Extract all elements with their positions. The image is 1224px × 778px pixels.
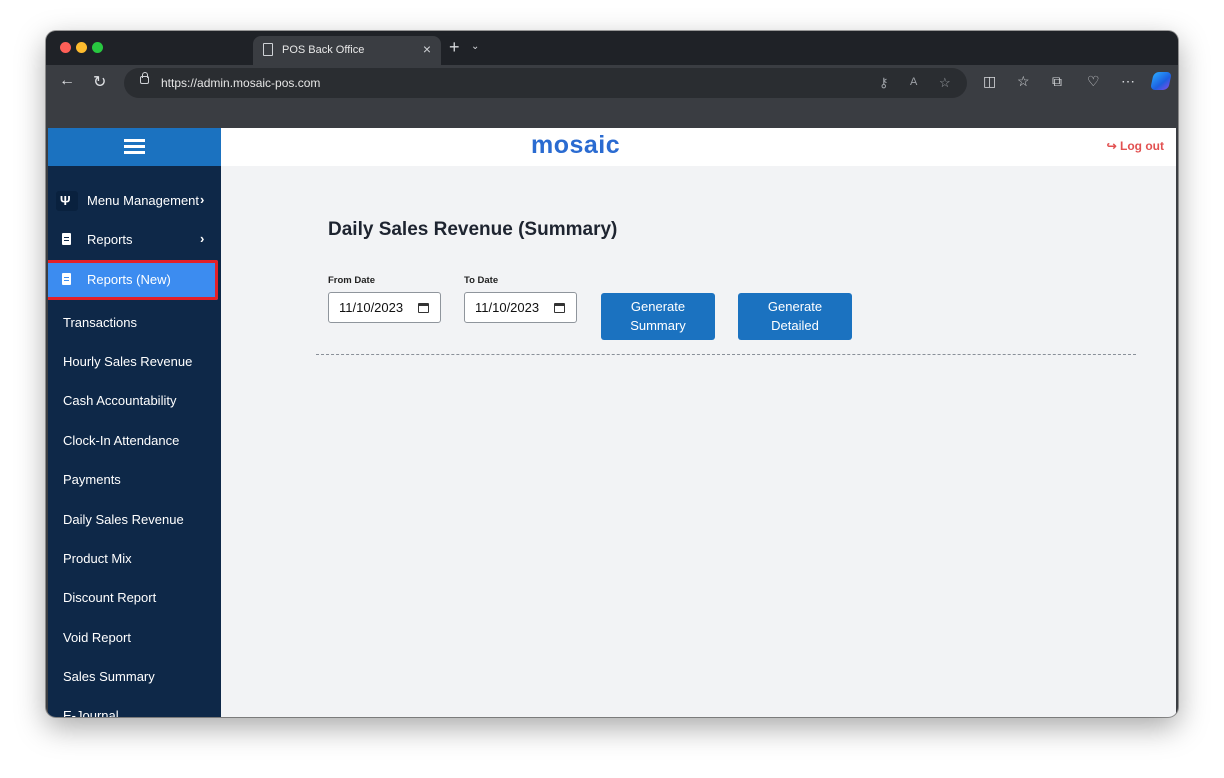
from-date-input[interactable]: 11/10/2023 bbox=[328, 292, 441, 323]
calendar-icon[interactable] bbox=[418, 303, 429, 313]
collections-icon[interactable]: ⧉ bbox=[1052, 73, 1062, 90]
url-text[interactable]: https://admin.mosaic-pos.com bbox=[161, 76, 320, 90]
logout-icon: ↪ bbox=[1106, 139, 1117, 153]
tab-close-icon[interactable]: × bbox=[423, 41, 431, 57]
tab-title: POS Back Office bbox=[282, 44, 365, 56]
favorite-star-icon[interactable]: ☆ bbox=[939, 75, 951, 91]
sidebar: Ψ Menu Management › Reports › Reports (N… bbox=[48, 128, 221, 717]
content-divider bbox=[316, 354, 1136, 355]
document-icon bbox=[62, 233, 71, 245]
sidebar-link-transactions[interactable]: Transactions bbox=[63, 315, 137, 330]
button-label-line2: Summary bbox=[630, 318, 686, 333]
sidebar-item-label: Reports (New) bbox=[87, 272, 171, 287]
minimize-window-button[interactable] bbox=[76, 42, 87, 53]
mosaic-logo[interactable]: mosaic bbox=[531, 131, 620, 160]
browser-toolbar: ← ↻ https://admin.mosaic-pos.com ⚷ A ☆ ◫… bbox=[46, 65, 1178, 99]
button-label-line2: Detailed bbox=[771, 318, 819, 333]
sidebar-link-daily-sales-revenue[interactable]: Daily Sales Revenue bbox=[63, 512, 184, 527]
generate-detailed-button[interactable]: Generate Detailed bbox=[738, 293, 852, 340]
split-screen-icon[interactable]: ◫ bbox=[983, 73, 996, 90]
button-label-line1: Generate bbox=[630, 299, 686, 314]
more-options-icon[interactable]: ⋯ bbox=[1121, 73, 1135, 90]
maximize-window-button[interactable] bbox=[92, 42, 103, 53]
sidebar-link-payments[interactable]: Payments bbox=[63, 472, 121, 487]
sidebar-link-sales-summary[interactable]: Sales Summary bbox=[63, 669, 155, 684]
to-date-input[interactable]: 11/10/2023 bbox=[464, 292, 577, 323]
logout-link[interactable]: ↪ Log out bbox=[1107, 139, 1164, 153]
sidebar-link-clock-in-attendance[interactable]: Clock-In Attendance bbox=[63, 433, 179, 448]
button-label-line1: Generate bbox=[767, 299, 823, 314]
to-date-value[interactable]: 11/10/2023 bbox=[475, 300, 539, 315]
app-header: mosaic ↪ Log out bbox=[221, 128, 1176, 166]
browser-tab[interactable]: POS Back Office × bbox=[253, 36, 441, 65]
toolbar-gap bbox=[46, 99, 1178, 128]
hamburger-menu-icon[interactable] bbox=[124, 139, 145, 155]
chevron-right-icon: › bbox=[200, 192, 205, 207]
new-tab-icon[interactable]: + bbox=[449, 37, 460, 58]
web-page: Ψ Menu Management › Reports › Reports (N… bbox=[48, 128, 1176, 717]
to-date-label: To Date bbox=[464, 275, 499, 286]
sidebar-item-label: Menu Management bbox=[87, 193, 200, 208]
sidebar-item-reports[interactable]: Reports › bbox=[48, 221, 221, 259]
sidebar-item-menu-management[interactable]: Ψ Menu Management › bbox=[48, 182, 221, 220]
sidebar-header bbox=[48, 128, 221, 166]
document-icon bbox=[62, 273, 71, 285]
sidebar-item-reports-new[interactable]: Reports (New) bbox=[48, 260, 218, 300]
page-title: Daily Sales Revenue (Summary) bbox=[328, 219, 618, 240]
lock-icon[interactable] bbox=[140, 72, 149, 84]
from-date-value[interactable]: 11/10/2023 bbox=[339, 300, 403, 315]
favorites-icon[interactable]: ☆ bbox=[1017, 73, 1030, 90]
back-arrow-icon[interactable]: ← bbox=[59, 72, 75, 90]
sidebar-link-cash-accountability[interactable]: Cash Accountability bbox=[63, 393, 176, 408]
key-icon[interactable]: ⚷ bbox=[879, 75, 889, 91]
logout-label: Log out bbox=[1120, 139, 1164, 153]
sidebar-item-label: Reports bbox=[87, 232, 133, 247]
close-window-button[interactable] bbox=[60, 42, 71, 53]
sidebar-link-hourly-sales-revenue[interactable]: Hourly Sales Revenue bbox=[63, 354, 192, 369]
sidebar-link-e-journal[interactable]: E-Journal bbox=[63, 708, 119, 717]
calendar-icon[interactable] bbox=[554, 303, 565, 313]
browser-window: POS Back Office × + ⌄ ← ↻ https://admin.… bbox=[46, 31, 1178, 717]
read-aloud-icon[interactable]: A bbox=[910, 76, 917, 88]
browser-essentials-icon[interactable]: ♡ bbox=[1087, 73, 1100, 90]
fork-knife-icon: Ψ bbox=[60, 193, 71, 208]
copilot-icon[interactable] bbox=[1150, 72, 1172, 90]
sidebar-link-discount-report[interactable]: Discount Report bbox=[63, 590, 156, 605]
reload-icon[interactable]: ↻ bbox=[93, 72, 106, 92]
sidebar-link-product-mix[interactable]: Product Mix bbox=[63, 551, 132, 566]
generate-summary-button[interactable]: Generate Summary bbox=[601, 293, 715, 340]
address-bar[interactable]: https://admin.mosaic-pos.com ⚷ A ☆ bbox=[124, 68, 967, 98]
tab-bar: POS Back Office × + ⌄ bbox=[46, 31, 1178, 65]
sidebar-link-void-report[interactable]: Void Report bbox=[63, 630, 131, 645]
from-date-label: From Date bbox=[328, 275, 375, 286]
tab-menu-chevron-icon[interactable]: ⌄ bbox=[471, 41, 479, 52]
page-icon bbox=[263, 43, 273, 56]
chevron-right-icon: › bbox=[200, 231, 205, 246]
